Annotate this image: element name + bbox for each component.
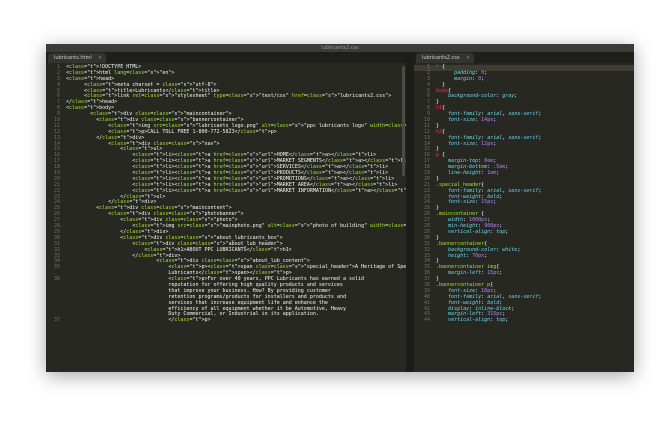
tab-lubricants2-css[interactable]: lubricants2.css × xyxy=(416,53,474,63)
left-scrollbar[interactable] xyxy=(402,66,405,176)
left-editor-pane[interactable]: lubricants.html × 1 <class="t">!DOCTYPE H… xyxy=(46,52,406,372)
left-code-area[interactable]: 1 <class="t">!DOCTYPE HTML> 2 <class="t">ht… xyxy=(46,64,406,372)
line-text: font-size: 14px; xyxy=(448,117,497,124)
line-text: font-size: 15px; xyxy=(448,199,497,206)
line-text: margin-left: 15px; xyxy=(448,270,503,277)
tab-label: lubricants.html xyxy=(54,55,92,61)
line-text: line-height: 1em; xyxy=(448,170,500,177)
line-text: background-color: gray; xyxy=(448,93,518,100)
window-title: lubricants2.css xyxy=(46,44,634,52)
code-line[interactable]: 44 vertical-align: top; xyxy=(414,317,634,324)
right-editor-pane[interactable]: lubricants2.css × 1 * {2 padding: 0; 3 mar… xyxy=(414,52,634,372)
code-line[interactable]: 37 </class="t">p> xyxy=(46,317,406,324)
right-tab-bar: lubricants2.css × xyxy=(414,52,634,63)
right-code-area[interactable]: 1 * {2 padding: 0; 3 margin: 0; 4 } 5 body{6 … xyxy=(414,64,634,372)
line-text: font-size: 12px; xyxy=(448,140,497,147)
pane-divider[interactable] xyxy=(406,52,414,372)
left-tab-bar: lubricants.html × xyxy=(46,52,406,63)
line-text: vertical-align: top; xyxy=(448,228,509,235)
line-text: </class="t">p> xyxy=(66,317,211,324)
tab-lubricants-html[interactable]: lubricants.html × xyxy=(48,53,106,63)
close-icon[interactable]: × xyxy=(98,53,102,63)
line-text: vertical-align: top; xyxy=(448,317,509,324)
close-icon[interactable]: × xyxy=(466,53,470,63)
tab-label: lubricants2.css xyxy=(422,55,460,61)
line-number: 44 xyxy=(423,317,430,324)
editor-window: lubricants2.css lubricants.html × 1 <clas… xyxy=(46,44,634,372)
line-number: 37 xyxy=(53,317,60,324)
line-text: height: 70px; xyxy=(448,252,488,259)
